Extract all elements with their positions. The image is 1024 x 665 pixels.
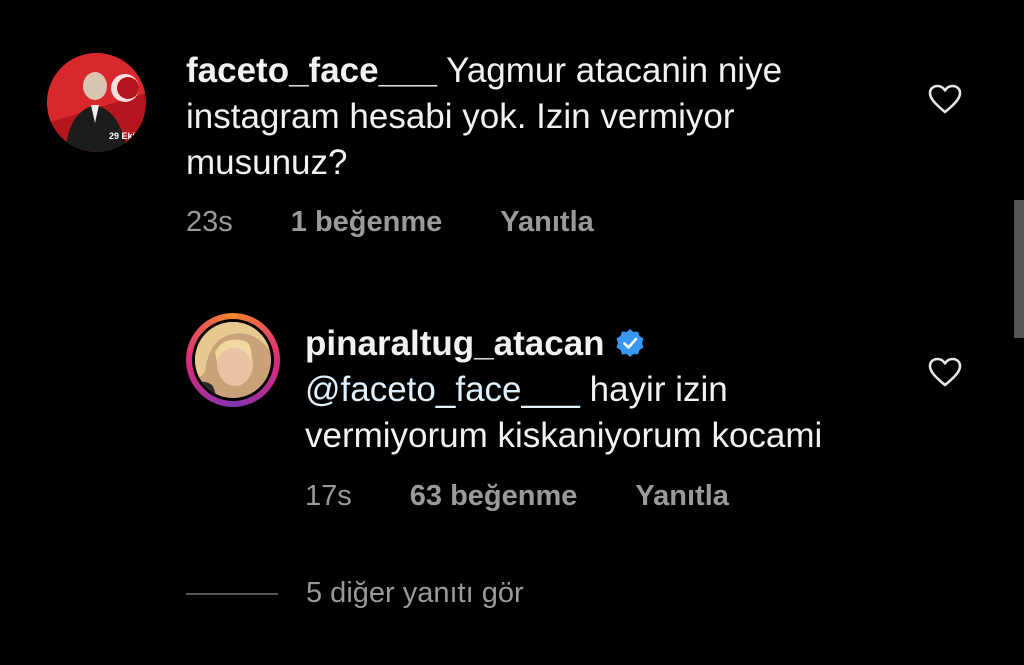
comment-1-reply-button[interactable]: Yanıtla — [500, 206, 594, 239]
comment-1-time: 23s — [186, 206, 233, 238]
comment-2-mention[interactable]: @faceto_face___ — [305, 370, 580, 409]
svg-text:29 Ekim: 29 Ekim — [109, 131, 143, 141]
comment-1-username[interactable]: faceto_face___ — [186, 51, 437, 90]
comment-2-username[interactable]: pinaraltug_atacan — [305, 324, 605, 363]
comment-1-body: faceto_face___ Yagmur atacanin niye inst… — [186, 48, 866, 186]
comment-2-body: pinaraltug_atacan @faceto_face___ hayir … — [305, 321, 905, 459]
view-more-replies-button[interactable]: 5 diğer yanıtı gör — [186, 577, 524, 610]
heart-icon[interactable] — [928, 357, 962, 387]
view-more-replies-label: 5 diğer yanıtı gör — [306, 577, 524, 609]
comment-2-likes[interactable]: 63 beğenme — [410, 480, 578, 513]
comment-2-time: 17s — [305, 480, 352, 512]
comment-1-likes[interactable]: 1 beğenme — [291, 206, 443, 239]
scrollbar-thumb[interactable] — [1014, 200, 1024, 338]
avatar-image: 29 Ekim — [47, 53, 146, 152]
comment-2-reply-button[interactable]: Yanıtla — [635, 480, 729, 513]
avatar-pinaraltug-atacan[interactable] — [192, 319, 274, 401]
avatar-image — [195, 322, 271, 398]
comment-2-meta: 17s 63 beğenme Yanıtla — [305, 480, 729, 513]
avatar-faceto-face[interactable]: 29 Ekim — [47, 53, 146, 152]
replies-divider-line — [186, 592, 278, 595]
verified-badge-icon — [616, 329, 644, 357]
heart-icon[interactable] — [928, 84, 962, 114]
comment-1-meta: 23s 1 beğenme Yanıtla — [186, 206, 594, 239]
